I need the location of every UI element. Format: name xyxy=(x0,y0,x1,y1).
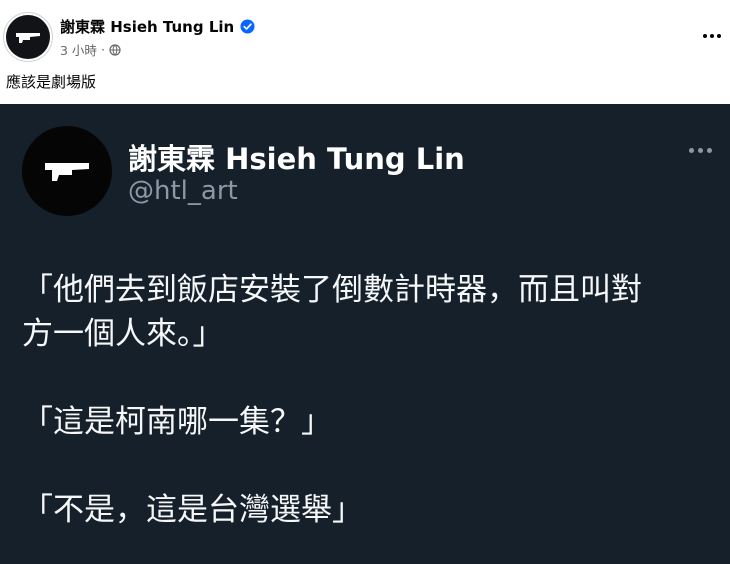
facebook-post: 謝東霖 Hsieh Tung Lin 3 小時 · 應該是劇場版 謝東霖 Hsi… xyxy=(0,0,730,564)
tweet-avatar xyxy=(22,126,112,216)
tweet-line: 「不是，這是台灣選舉」 xyxy=(22,492,363,528)
post-timestamp[interactable]: 3 小時 xyxy=(60,40,97,59)
globe-icon[interactable] xyxy=(109,43,121,56)
tweet-line: 方一個人來。」 xyxy=(22,316,224,352)
post-header: 謝東霖 Hsieh Tung Lin 3 小時 · 應該是劇場版 xyxy=(0,0,730,104)
tweet-line: 「這是柯南哪一集？」 xyxy=(22,404,332,440)
tweet-screenshot[interactable]: 謝東霖 Hsieh Tung Lin @htl_art 「他們去到飯店安裝了倒數… xyxy=(0,104,730,564)
tweet-handle: @htl_art xyxy=(128,176,238,206)
megaphone-logo-icon xyxy=(16,33,40,43)
tweet-text: 「他們去到飯店安裝了倒數計時器，而且叫對 方一個人來。」 「這是柯南哪一集？」 … xyxy=(22,268,712,532)
tweet-more-icon xyxy=(689,148,712,153)
author-avatar[interactable] xyxy=(6,15,50,59)
verified-badge-icon xyxy=(240,18,255,34)
megaphone-logo-icon xyxy=(45,163,89,181)
more-options-icon[interactable] xyxy=(698,22,726,50)
author-row: 謝東霖 Hsieh Tung Lin xyxy=(60,15,255,37)
meta-separator: · xyxy=(100,42,105,57)
post-meta: 3 小時 · xyxy=(60,40,121,59)
tweet-display-name: 謝東霖 Hsieh Tung Lin xyxy=(128,142,465,176)
author-name[interactable]: 謝東霖 Hsieh Tung Lin xyxy=(60,16,234,37)
tweet-line: 「他們去到飯店安裝了倒數計時器，而且叫對 xyxy=(22,272,642,308)
post-caption: 應該是劇場版 xyxy=(6,73,97,91)
